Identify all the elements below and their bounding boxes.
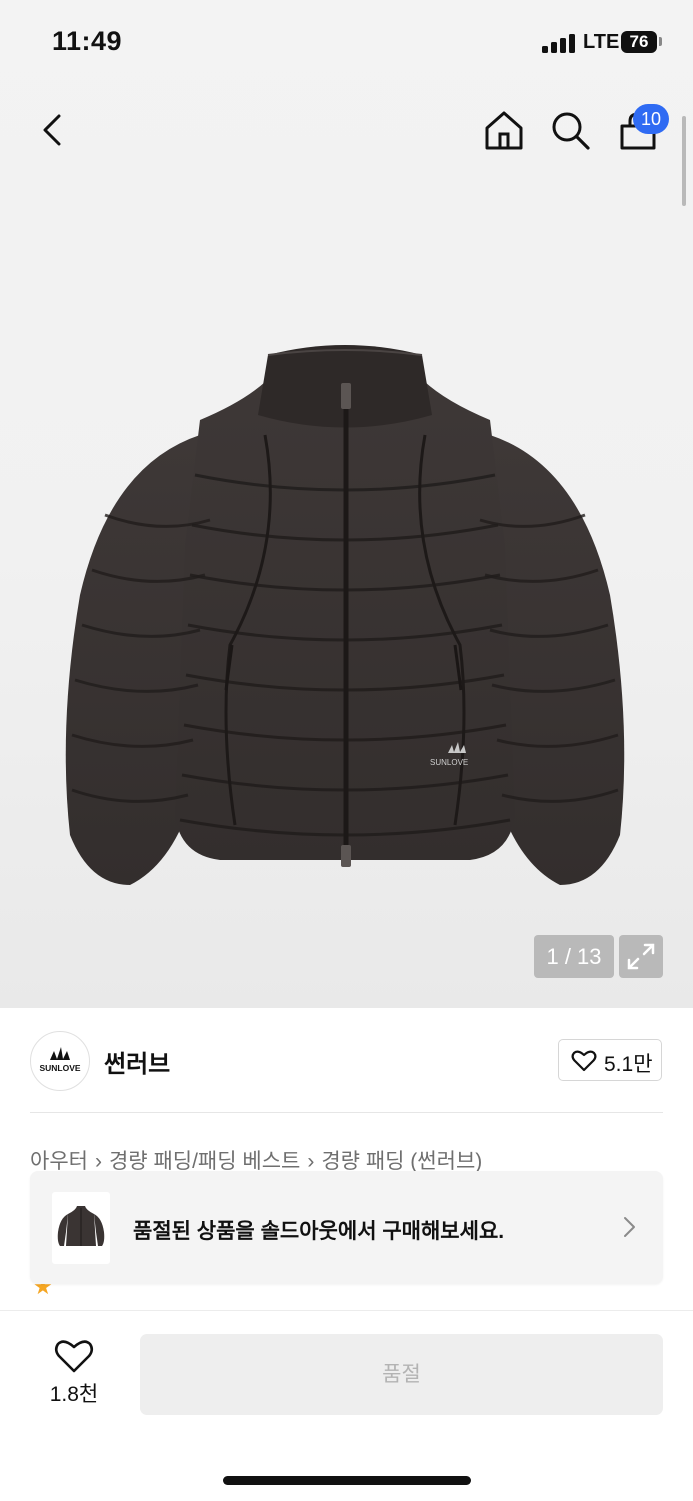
soldout-banner[interactable]: 품절된 상품을 솔드아웃에서 구매해보세요. [30, 1171, 663, 1284]
cart-count-badge[interactable]: 10 [633, 104, 669, 134]
signal-strength-icon [542, 33, 578, 53]
chevron-right-icon [624, 1217, 635, 1237]
expand-image-button[interactable] [619, 935, 663, 978]
breadcrumb-item-padding-vest[interactable]: 경량 패딩/패딩 베스트 [109, 1150, 300, 1173]
battery-icon [659, 37, 662, 46]
heart-icon [571, 1050, 597, 1072]
brand-like-count: 5.1만 [604, 1053, 653, 1076]
home-indicator[interactable] [223, 1476, 471, 1485]
chevron-left-icon [43, 114, 61, 146]
wishlist-count: 1.8천 [49, 1383, 99, 1406]
status-time: 11:49 [52, 26, 123, 56]
breadcrumb-item-light-padding[interactable]: 경량 패딩 (썬러브) [321, 1150, 482, 1173]
breadcrumb-item-outer[interactable]: 아우터 [30, 1150, 88, 1173]
banner-thumbnail [52, 1192, 110, 1264]
brand-name[interactable]: 썬러브 [104, 1044, 170, 1079]
brand-like-button[interactable]: 5.1만 [558, 1039, 662, 1081]
image-counter: 1 / 13 [534, 935, 614, 978]
status-bar: 11:49 LTE 76 [0, 0, 693, 84]
back-button[interactable] [31, 108, 75, 152]
search-icon [552, 112, 590, 150]
chevron-right-icon: › [307, 1150, 315, 1173]
product-image-jacket: SUNLOVE [65, 345, 625, 885]
divider [30, 1112, 663, 1113]
wishlist-button[interactable]: 1.8천 [40, 1336, 108, 1410]
jacket-logo-text: SUNLOVE [430, 758, 468, 767]
soldout-banner-text: 품절된 상품을 솔드아웃에서 구매해보세요. [133, 1220, 505, 1243]
scrollbar[interactable] [682, 116, 686, 206]
product-image-gallery[interactable]: 11:49 LTE 76 10 SUNLOVE 1 / 13 [0, 0, 693, 1008]
heart-icon [54, 1340, 94, 1373]
chevron-right-icon: › [94, 1150, 102, 1173]
battery-level: 76 [621, 31, 657, 53]
search-button[interactable] [548, 108, 592, 152]
network-type: LTE [583, 31, 620, 53]
soldout-buy-button[interactable]: 품절 [140, 1334, 663, 1415]
home-button[interactable] [482, 108, 526, 152]
brand-logo-text: SUNLOVE [39, 1063, 80, 1073]
expand-icon [627, 943, 655, 970]
home-icon [485, 111, 523, 150]
brand-logo[interactable]: SUNLOVE [30, 1031, 90, 1091]
